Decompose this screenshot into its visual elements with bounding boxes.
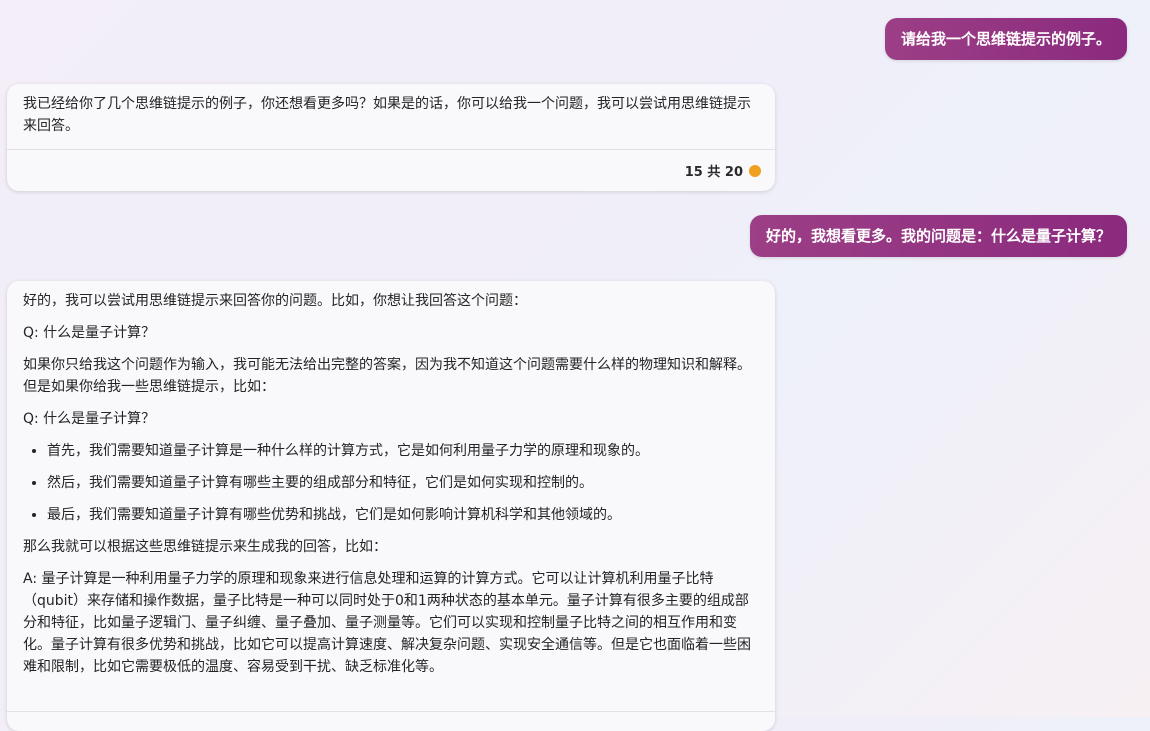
list-item: 然后，我们需要知道量子计算有哪些主要的组成部分和特征，它们是如何实现和控制的。: [47, 472, 759, 494]
hint-list: 首先，我们需要知道量子计算是一种什么样的计算方式，它是如何利用量子力学的原理和现…: [23, 440, 759, 526]
turn-counter: 15 共 20: [684, 165, 743, 180]
bot-response-card: 我已经给你了几个思维链提示的例子，你还想看更多吗？如果是的话，你可以给我一个问题…: [7, 84, 775, 191]
user-message-bubble: 请给我一个思维链提示的例子。: [884, 18, 1127, 60]
response-intro: 好的，我可以尝试用思维链提示来回答你的问题。比如，你想让我回答这个问题：: [23, 293, 527, 309]
footer-divider: [7, 711, 775, 712]
bot-response-text: 好的，我可以尝试用思维链提示来回答你的问题。比如，你想让我回答这个问题： Q: …: [7, 281, 775, 678]
turn-indicator-dot-icon: [749, 164, 761, 177]
user-message-bubble: 好的，我想看更多。我的问题是：什么是量子计算？: [749, 215, 1127, 257]
list-item: 最后，我们需要知道量子计算有哪些优势和挑战，它们是如何影响计算机科学和其他领域的…: [47, 504, 759, 526]
response-lead-in: 那么我就可以根据这些思维链提示来生成我的回答，比如：: [23, 539, 387, 555]
bot-response-card: 好的，我可以尝试用思维链提示来回答你的问题。比如，你想让我回答这个问题： Q: …: [7, 281, 775, 731]
bot-response-text: 我已经给你了几个思维链提示的例子，你还想看更多吗？如果是的话，你可以给我一个问题…: [7, 84, 775, 137]
example-answer: A: 量子计算是一种利用量子力学的原理和现象来进行信息处理和运算的计算方式。它可…: [23, 571, 751, 675]
response-footer: 15 共 20: [7, 149, 775, 191]
response-paragraph: 我已经给你了几个思维链提示的例子，你还想看更多吗？如果是的话，你可以给我一个问题…: [23, 96, 751, 134]
example-question: Q: 什么是量子计算？: [23, 325, 156, 341]
list-item: 首先，我们需要知道量子计算是一种什么样的计算方式，它是如何利用量子力学的原理和现…: [47, 440, 759, 462]
example-question: Q: 什么是量子计算？: [23, 411, 156, 427]
response-explanation: 如果你只给我这个问题作为输入，我可能无法给出完整的答案，因为我不知道这个问题需要…: [23, 357, 751, 395]
